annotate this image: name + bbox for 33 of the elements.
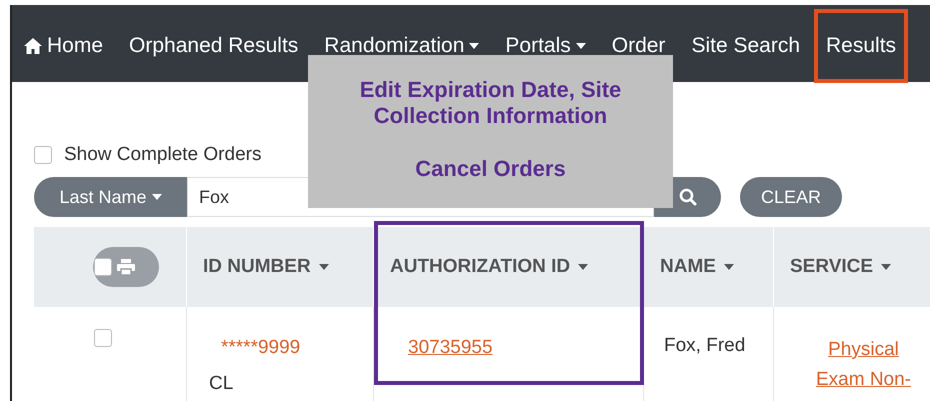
field-dropdown[interactable]: Last Name bbox=[34, 177, 187, 217]
column-header[interactable]: SERVICE bbox=[774, 227, 930, 307]
nav-link[interactable]: Order bbox=[612, 34, 666, 58]
id-number: *****9999 bbox=[221, 337, 300, 359]
callout-text: Edit Expiration Date, Site Collection Information bbox=[358, 77, 622, 130]
nav-link[interactable]: Orphaned Results bbox=[129, 34, 298, 58]
home-link[interactable]: Home bbox=[24, 34, 104, 58]
column-header[interactable]: ID NUMBER bbox=[187, 227, 374, 307]
service-link[interactable]: Physical Exam Non- bbox=[804, 335, 924, 396]
checkbox[interactable] bbox=[34, 146, 52, 164]
row-checkbox[interactable] bbox=[94, 329, 112, 347]
caret-icon bbox=[469, 42, 480, 48]
home-icon bbox=[24, 38, 42, 54]
nav-link[interactable]: Site Search bbox=[691, 34, 800, 58]
nav-link[interactable]: Randomization bbox=[324, 34, 480, 58]
search-icon bbox=[678, 188, 696, 206]
printer-icon bbox=[117, 259, 135, 275]
caret-icon bbox=[576, 42, 586, 48]
callout-text: Cancel Orders bbox=[414, 156, 567, 182]
column-header[interactable]: NAME bbox=[644, 227, 774, 307]
clear-button[interactable]: CLEAR bbox=[740, 177, 842, 217]
nav-link[interactable]: Portals bbox=[505, 34, 586, 58]
nav-link[interactable]: Results bbox=[826, 34, 896, 58]
authorization-link[interactable]: 30735955 bbox=[408, 337, 493, 360]
caret-icon bbox=[318, 264, 329, 270]
select-all-checkbox[interactable] bbox=[94, 258, 112, 276]
caret-icon bbox=[724, 264, 734, 270]
caret-icon bbox=[578, 264, 588, 270]
name-cell: Fox, Fred bbox=[664, 335, 746, 357]
checkbox-label: Show Complete Orders bbox=[64, 144, 262, 166]
caret-icon bbox=[881, 264, 892, 270]
id-suffix: CL bbox=[209, 373, 234, 395]
caret-icon bbox=[152, 194, 162, 200]
